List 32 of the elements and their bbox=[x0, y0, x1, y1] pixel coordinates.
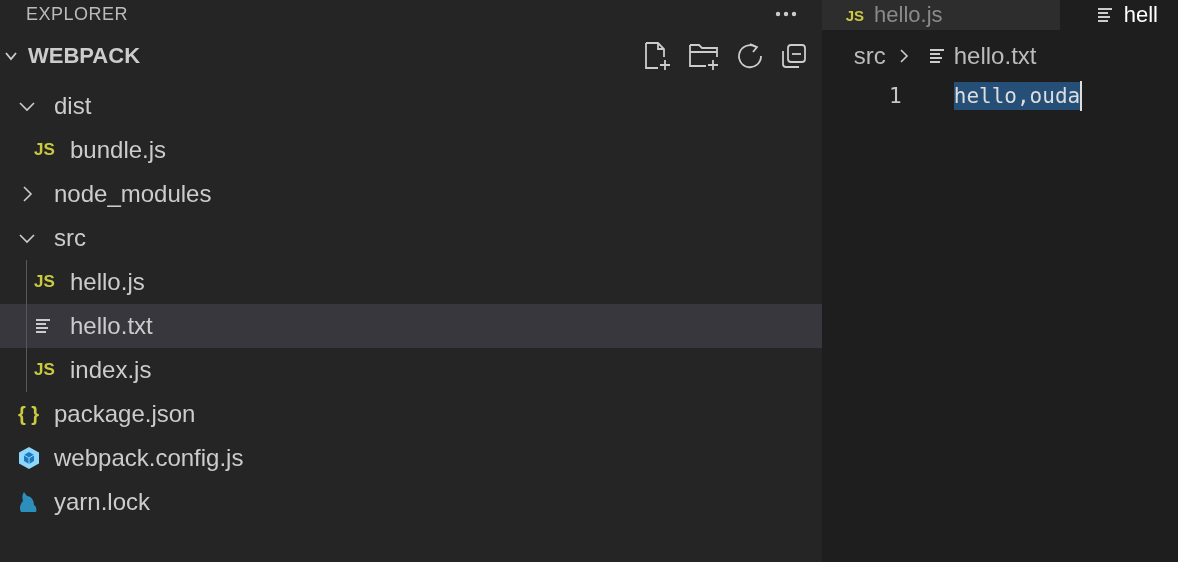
js-file-icon: JS bbox=[845, 6, 865, 24]
tree-item[interactable]: hello.txt bbox=[0, 304, 822, 348]
cat-icon bbox=[18, 490, 38, 514]
collapse-all-icon[interactable] bbox=[779, 42, 808, 70]
text-lines-icon bbox=[1095, 7, 1114, 23]
cube-icon bbox=[18, 446, 40, 470]
tree-item[interactable]: yarn.lock bbox=[0, 480, 822, 524]
text-lines-icon bbox=[927, 47, 946, 65]
breadcrumb-item[interactable]: hello.txt bbox=[953, 42, 1037, 70]
js-file-icon: JS bbox=[34, 272, 55, 292]
tree-item[interactable]: JS hello.js bbox=[0, 260, 822, 304]
tree-item[interactable]: JS index.js bbox=[0, 348, 822, 392]
line-number: 1 bbox=[888, 84, 902, 108]
js-file-icon: JS bbox=[34, 360, 55, 380]
tree-item[interactable]: dist bbox=[0, 84, 822, 128]
text-cursor bbox=[1080, 81, 1083, 111]
tree-item[interactable]: JS bundle.js bbox=[0, 128, 822, 172]
chevron-icon bbox=[897, 47, 910, 65]
editor-tab[interactable]: JS hello.js bbox=[821, 0, 1060, 30]
tree-item[interactable]: webpack.config.js bbox=[0, 436, 822, 480]
js-file-icon: JS bbox=[34, 140, 55, 160]
refresh-icon[interactable] bbox=[735, 42, 764, 70]
json-file-icon: { } bbox=[18, 402, 40, 426]
tree-item[interactable]: { } package.json bbox=[0, 392, 822, 436]
new-folder-icon[interactable] bbox=[687, 41, 720, 71]
tree-item[interactable]: src bbox=[0, 216, 822, 260]
tree-item[interactable]: node_modules bbox=[0, 172, 822, 216]
explorer-title: EXPLORER bbox=[26, 3, 129, 25]
project-title[interactable]: WEBPACK bbox=[28, 43, 141, 69]
breadcrumb-item[interactable]: src bbox=[853, 42, 886, 70]
text-lines-icon bbox=[34, 317, 52, 335]
more-icon[interactable] bbox=[773, 10, 798, 18]
